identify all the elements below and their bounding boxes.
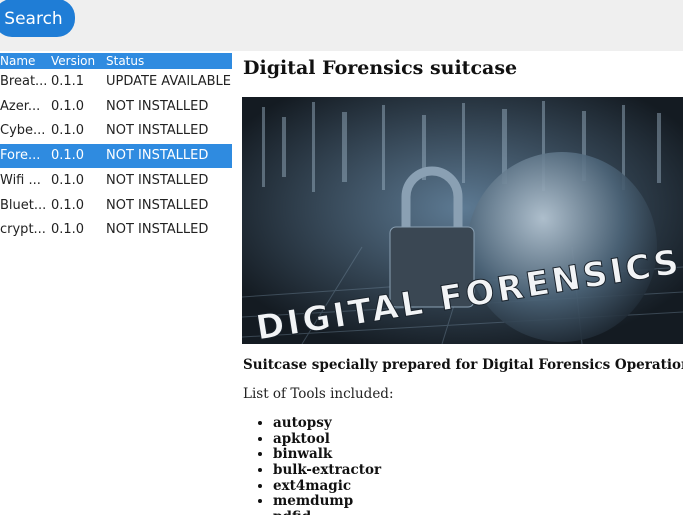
- row-version: 0.1.0: [51, 123, 85, 139]
- detail-panel: Digital Forensics suitcase DIGITAL FOREN…: [232, 51, 683, 515]
- row-version: 0.1.0: [51, 148, 85, 164]
- toolbar: Search: [0, 0, 683, 50]
- row-version: 0.1.0: [51, 98, 85, 114]
- row-name: crypt...: [0, 222, 46, 238]
- row-name: Wifi ...: [0, 172, 41, 188]
- tool-item: apktool: [273, 431, 381, 448]
- list-header: Name Version Status: [0, 53, 232, 69]
- row-name: Cybe...: [0, 123, 46, 139]
- row-status: NOT INSTALLED: [106, 98, 209, 114]
- tool-item: bulk-extractor: [273, 462, 381, 479]
- row-name: Breat...: [0, 74, 47, 89]
- table-row[interactable]: Breat... 0.1.1 UPDATE AVAILABLE: [0, 70, 232, 94]
- row-version: 0.1.0: [51, 222, 85, 238]
- table-row[interactable]: crypt... 0.1.0 NOT INSTALLED: [0, 218, 232, 242]
- tool-item: ext4magic: [273, 478, 381, 495]
- column-header-name[interactable]: Name: [0, 53, 47, 69]
- column-header-version[interactable]: Version: [51, 53, 101, 69]
- tool-item: autopsy: [273, 415, 381, 432]
- row-version: 0.1.0: [51, 197, 85, 213]
- suitcase-list: Name Version Status Breat... 0.1.1 UPDATE …: [0, 51, 232, 515]
- table-row[interactable]: Wifi ... 0.1.0 NOT INSTALLED: [0, 169, 232, 193]
- row-status: UPDATE AVAILABLE: [106, 74, 231, 89]
- row-status: NOT INSTALLED: [106, 197, 209, 213]
- table-row[interactable]: Fore... 0.1.0 NOT INSTALLED: [0, 144, 232, 169]
- tool-item: memdump: [273, 494, 381, 510]
- row-name: Bluet...: [0, 197, 47, 213]
- suitcase-description: Suitcase specially prepared for Digital …: [243, 357, 683, 373]
- table-row[interactable]: Azer... 0.1.0 NOT INSTALLED: [0, 95, 232, 119]
- tool-item: binwalk: [273, 447, 381, 463]
- row-version: 0.1.0: [51, 172, 85, 188]
- suitcase-title: Digital Forensics suitcase: [243, 57, 518, 79]
- row-name: Azer...: [0, 98, 41, 114]
- tools-heading: List of Tools included:: [243, 386, 394, 402]
- tool-item: pdfid: [273, 509, 381, 515]
- row-name: Fore...: [0, 148, 41, 164]
- row-status: NOT INSTALLED: [106, 222, 209, 238]
- digital-forensics-banner: DIGITAL FORENSICS: [242, 97, 683, 344]
- row-version: 0.1.1: [51, 74, 85, 89]
- row-status: NOT INSTALLED: [106, 123, 209, 139]
- search-button[interactable]: Search: [0, 0, 75, 37]
- tools-list: autopsyapktoolbinwalkbulk-extractorext4m…: [243, 415, 381, 515]
- row-status: NOT INSTALLED: [106, 148, 209, 164]
- column-header-status[interactable]: Status: [106, 53, 232, 69]
- table-row[interactable]: Cybe... 0.1.0 NOT INSTALLED: [0, 119, 232, 143]
- row-status: NOT INSTALLED: [106, 172, 209, 188]
- table-row[interactable]: Bluet... 0.1.0 NOT INSTALLED: [0, 194, 232, 218]
